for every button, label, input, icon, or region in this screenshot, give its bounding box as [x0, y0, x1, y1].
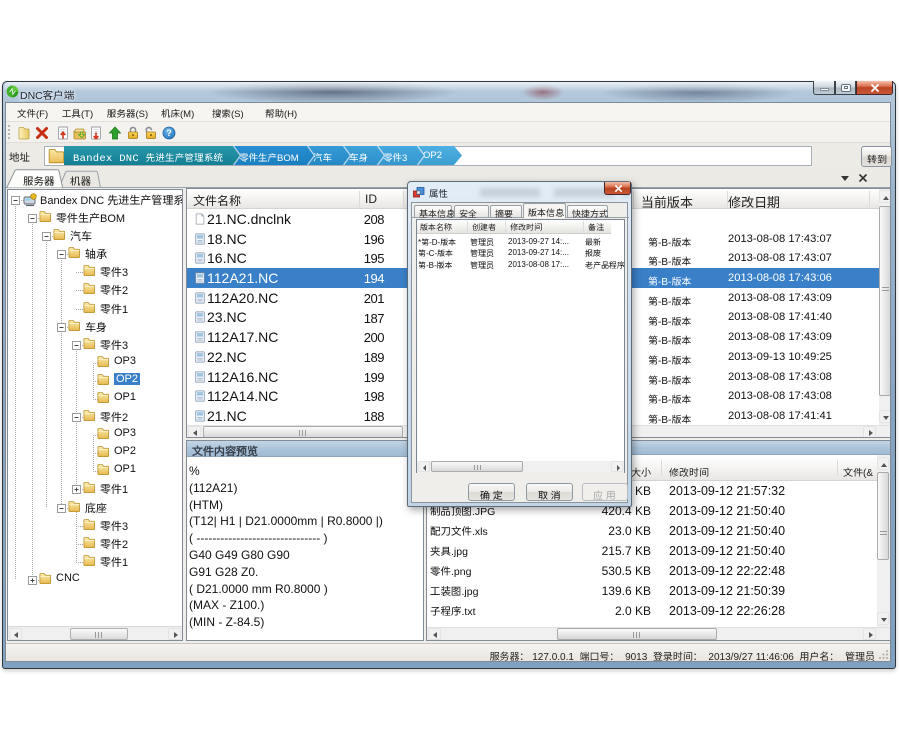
svg-text:?: ? — [166, 128, 172, 138]
